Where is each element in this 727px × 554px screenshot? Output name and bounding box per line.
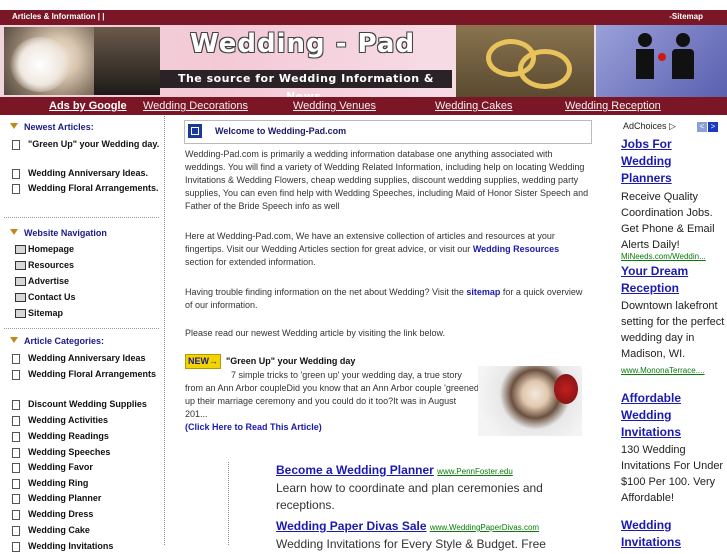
ad-nav-arrows: < > — [697, 121, 719, 132]
nav-link-venues[interactable]: Wedding Venues — [293, 100, 376, 112]
nav-link-reception[interactable]: Wedding Reception — [565, 100, 661, 112]
document-icon — [12, 354, 20, 364]
center-ad-title[interactable]: Wedding Paper Divas Sale — [276, 519, 427, 533]
right-ad-title[interactable]: Your Dream Reception — [621, 263, 725, 297]
document-icon — [12, 432, 20, 442]
right-ad-text: 130 Wedding Invitations For Under $100 P… — [621, 444, 724, 504]
document-icon — [12, 463, 20, 473]
next-arrow-icon[interactable]: > — [708, 122, 718, 132]
left-sidebar: Newest Articles: "Green Up" your Wedding… — [0, 116, 165, 552]
sitemap-inline-link[interactable]: sitemap — [466, 287, 500, 297]
document-icon — [12, 169, 20, 179]
document-icon — [12, 494, 20, 504]
couple-figures-image — [596, 25, 727, 97]
triangle-icon — [10, 337, 18, 343]
document-icon — [12, 510, 20, 520]
top-bar: Articles & Information | | -Sitemap — [0, 10, 727, 25]
welcome-heading: Welcome to Wedding-Pad.com — [215, 126, 347, 136]
arrow-box-icon — [188, 124, 202, 138]
adchoices-label[interactable]: AdChoices ▷ — [623, 121, 676, 132]
divider — [4, 328, 159, 329]
new-badge: NEW→ — [185, 354, 221, 369]
window-icon — [15, 277, 26, 286]
prev-arrow-icon[interactable]: < — [697, 122, 707, 132]
rings-photo — [456, 25, 594, 97]
window-icon — [15, 293, 26, 302]
divider — [228, 462, 229, 545]
document-icon — [12, 526, 20, 536]
couple-photo — [4, 27, 160, 95]
newest-articles-heading: Newest Articles: — [10, 122, 94, 132]
document-icon — [12, 416, 20, 426]
wedding-resources-link[interactable]: Wedding Resources — [473, 244, 559, 254]
sitemap-link[interactable]: -Sitemap — [669, 12, 703, 21]
header-banner: Wedding - Pad The source for Wedding Inf… — [0, 25, 727, 98]
center-ad-text: Learn how to coordinate and plan ceremon… — [276, 481, 543, 512]
read-article-link[interactable]: (Click Here to Read This Article) — [185, 422, 322, 432]
sitemap-paragraph: Having trouble finding information on th… — [185, 287, 583, 310]
window-icon — [15, 309, 26, 318]
document-icon — [12, 370, 20, 380]
right-ad-title[interactable]: Jobs For Wedding Planners — [621, 136, 725, 187]
triangle-icon — [10, 229, 18, 235]
featured-article: NEW→ "Green Up" your Wedding day 7 simpl… — [185, 354, 481, 434]
document-icon — [12, 542, 20, 552]
featured-article-text: 7 simple tricks to 'green up' your weddi… — [185, 370, 481, 419]
article-categories-heading: Article Categories: — [10, 336, 104, 346]
divider — [4, 217, 159, 218]
center-ad-title[interactable]: Become a Wedding Planner — [276, 463, 434, 477]
ads-by-google-link[interactable]: Ads by Google — [49, 100, 127, 112]
website-navigation-heading: Website Navigation — [10, 228, 107, 238]
featured-article-title[interactable]: "Green Up" your Wedding day — [226, 356, 355, 366]
articles-paragraph: Here at Wedding-Pad.com, We have an exte… — [185, 231, 560, 267]
right-ad-column: AdChoices ▷ < > Jobs For Wedding Planners… — [611, 116, 727, 549]
bride-photo — [478, 366, 582, 436]
triangle-icon — [10, 123, 18, 129]
newest-article-prompt: Please read our newest Wedding article b… — [185, 328, 445, 338]
document-icon — [12, 448, 20, 458]
site-title[interactable]: Wedding - Pad — [190, 29, 415, 59]
center-ad-text: Wedding Invitations for Every Style & Bu… — [276, 537, 546, 551]
document-icon — [12, 184, 20, 194]
nav-link-decorations[interactable]: Wedding Decorations — [143, 100, 248, 112]
window-icon — [15, 261, 26, 270]
right-ad-url[interactable]: MiNeeds.com/Weddin... — [621, 252, 727, 261]
nav-link-cakes[interactable]: Wedding Cakes — [435, 100, 512, 112]
top-navigation: Ads by Google Wedding Decorations Weddin… — [0, 97, 727, 115]
intro-paragraph: Wedding-Pad.com is primarily a wedding i… — [185, 149, 589, 211]
document-icon — [12, 479, 20, 489]
right-ad-text: Receive Quality Coordination Jobs. Get P… — [621, 191, 715, 251]
center-ad-1[interactable]: Become a Wedding Planner www.PennFoster.… — [276, 462, 576, 514]
welcome-box: Welcome to Wedding-Pad.com — [184, 120, 592, 144]
right-ad-title[interactable]: Wedding Invitations — [621, 517, 725, 551]
site-tagline: The source for Wedding Information & New… — [160, 70, 452, 97]
document-icon — [12, 400, 20, 410]
center-ad-url[interactable]: www.PennFoster.edu — [437, 467, 513, 476]
window-icon — [15, 245, 26, 254]
right-ad-text: Downtown lakefront setting for the perfe… — [621, 300, 725, 360]
center-ad-url[interactable]: www.WeddingPaperDivas.com — [430, 523, 539, 532]
document-icon — [12, 140, 20, 150]
top-bar-articles-link[interactable]: Articles & Information | | — [12, 12, 105, 21]
right-ad-url[interactable]: www.MononaTerrace.... — [621, 366, 727, 375]
center-ad-2[interactable]: Wedding Paper Divas Sale www.WeddingPape… — [276, 518, 576, 553]
right-ad-title[interactable]: Affordable Wedding Invitations — [621, 390, 725, 441]
